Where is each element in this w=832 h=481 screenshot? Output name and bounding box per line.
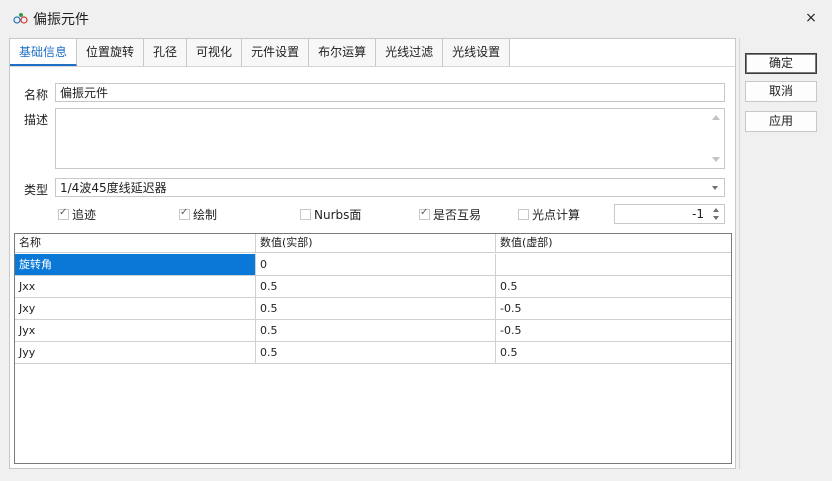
table-cell-real[interactable]: 0.5 bbox=[256, 298, 496, 319]
close-button[interactable]: × bbox=[802, 9, 820, 27]
draw-label: 绘制 bbox=[193, 207, 218, 222]
ok-button[interactable]: 确定 bbox=[745, 53, 817, 74]
property-table: 名称 数值(实部) 数值(虚部) 旋转角 0 Jxx 0.5 0.5 Jxy 0… bbox=[14, 233, 732, 464]
type-label: 类型 bbox=[24, 183, 49, 197]
tab-visualization[interactable]: 可视化 bbox=[187, 39, 243, 66]
spot-calc-label: 光点计算 bbox=[532, 207, 581, 222]
type-selected-value: 1/4波45度线延迟器 bbox=[60, 181, 167, 195]
table-header: 名称 数值(实部) 数值(虚部) bbox=[15, 234, 731, 253]
app-logo-icon bbox=[13, 13, 28, 24]
checkbox-box[interactable] bbox=[300, 208, 311, 220]
table-cell-real[interactable]: 0 bbox=[256, 254, 496, 275]
table-row[interactable]: Jxx 0.5 0.5 bbox=[15, 276, 731, 298]
apply-button[interactable]: 应用 bbox=[745, 111, 817, 132]
scroll-down-icon[interactable] bbox=[712, 157, 720, 162]
table-cell-imag[interactable] bbox=[496, 254, 731, 275]
title-bar: 偏振元件 × bbox=[0, 0, 832, 36]
column-header-real[interactable]: 数值(实部) bbox=[256, 234, 496, 253]
tab-boolean-ops[interactable]: 布尔运算 bbox=[309, 39, 377, 66]
checkbox-box[interactable] bbox=[179, 207, 190, 220]
window-title: 偏振元件 bbox=[33, 12, 89, 28]
tab-strip: 基础信息 位置旋转 孔径 可视化 元件设置 布尔运算 光线过滤 光线设置 bbox=[10, 39, 511, 66]
description-label: 描述 bbox=[24, 113, 49, 127]
nurbs-checkbox[interactable]: Nurbs面 bbox=[300, 207, 362, 222]
tab-element-settings[interactable]: 元件设置 bbox=[242, 39, 310, 66]
checkbox-box[interactable] bbox=[419, 207, 430, 220]
table-cell-imag[interactable]: 0.5 bbox=[496, 342, 731, 363]
table-cell-real[interactable]: 0.5 bbox=[256, 320, 496, 341]
table-cell-name[interactable]: Jxy bbox=[15, 298, 256, 319]
name-input[interactable]: 偏振元件 bbox=[55, 83, 725, 102]
table-cell-real[interactable]: 0.5 bbox=[256, 276, 496, 297]
spinner-buttons[interactable] bbox=[712, 207, 720, 221]
side-divider bbox=[739, 38, 740, 469]
table-cell-name[interactable]: Jxx bbox=[15, 276, 256, 297]
table-cell-name[interactable]: Jyx bbox=[15, 320, 256, 341]
reciprocal-checkbox[interactable]: 是否互易 bbox=[419, 207, 482, 222]
tab-ray-settings[interactable]: 光线设置 bbox=[443, 39, 511, 66]
column-header-imag[interactable]: 数值(虚部) bbox=[496, 234, 731, 253]
table-cell-name[interactable]: 旋转角 bbox=[15, 254, 256, 275]
table-cell-imag[interactable]: -0.5 bbox=[496, 320, 731, 341]
draw-checkbox[interactable]: 绘制 bbox=[179, 207, 218, 222]
description-textarea[interactable] bbox=[55, 108, 725, 169]
tab-underline bbox=[10, 66, 735, 67]
table-row[interactable]: Jyx 0.5 -0.5 bbox=[15, 320, 731, 342]
spot-count-spinner[interactable]: -1 bbox=[614, 204, 725, 224]
nurbs-label: Nurbs面 bbox=[314, 207, 362, 222]
checkbox-box[interactable] bbox=[518, 208, 529, 220]
chevron-down-icon[interactable] bbox=[712, 186, 718, 190]
table-cell-real[interactable]: 0.5 bbox=[256, 342, 496, 363]
scroll-up-icon[interactable] bbox=[712, 115, 720, 120]
description-scrollbar[interactable] bbox=[710, 109, 724, 168]
trace-checkbox[interactable]: 追迹 bbox=[58, 207, 97, 222]
cancel-button[interactable]: 取消 bbox=[745, 81, 817, 102]
table-row[interactable]: Jxy 0.5 -0.5 bbox=[15, 298, 731, 320]
spin-down-icon[interactable] bbox=[713, 216, 719, 220]
type-select[interactable]: 1/4波45度线延迟器 bbox=[55, 178, 725, 197]
table-cell-name[interactable]: Jyy bbox=[15, 342, 256, 363]
table-cell-imag[interactable]: 0.5 bbox=[496, 276, 731, 297]
spin-up-icon[interactable] bbox=[713, 208, 719, 212]
tab-aperture[interactable]: 孔径 bbox=[144, 39, 188, 66]
tab-ray-filter[interactable]: 光线过滤 bbox=[376, 39, 444, 66]
table-row[interactable]: 旋转角 0 bbox=[15, 254, 731, 276]
spinner-value: -1 bbox=[692, 207, 704, 221]
reciprocal-label: 是否互易 bbox=[433, 207, 482, 222]
tab-basic-info[interactable]: 基础信息 bbox=[10, 39, 78, 66]
name-label: 名称 bbox=[24, 88, 49, 102]
checkbox-box[interactable] bbox=[58, 207, 69, 220]
column-header-name[interactable]: 名称 bbox=[15, 234, 256, 253]
spot-calc-checkbox[interactable]: 光点计算 bbox=[518, 207, 581, 222]
tab-position-rotation[interactable]: 位置旋转 bbox=[77, 39, 145, 66]
trace-label: 追迹 bbox=[72, 207, 97, 222]
table-cell-imag[interactable]: -0.5 bbox=[496, 298, 731, 319]
table-row[interactable]: Jyy 0.5 0.5 bbox=[15, 342, 731, 364]
